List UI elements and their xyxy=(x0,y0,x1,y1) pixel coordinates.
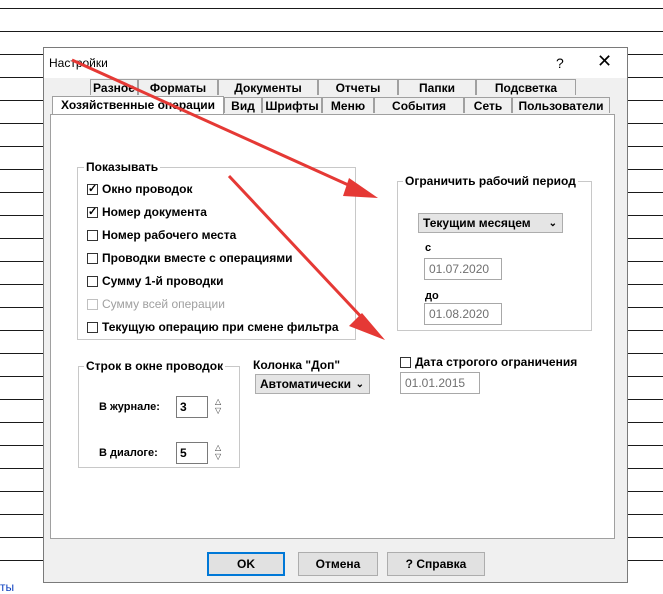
period-from-field[interactable]: 01.07.2020 xyxy=(424,258,502,280)
checkbox-label: Окно проводок xyxy=(102,182,193,196)
checkbox-box[interactable] xyxy=(87,275,98,287)
chevron-down-icon: ⌄ xyxy=(355,379,364,390)
chevron-down-icon: ⌄ xyxy=(548,218,557,229)
tab-events[interactable]: События xyxy=(374,97,464,113)
dialog-rows-input[interactable]: 5 xyxy=(176,442,208,464)
background-line xyxy=(0,31,663,32)
rows-group-label: Строк в окне проводок xyxy=(84,359,226,373)
checkbox-label: Дата строгого ограничения xyxy=(415,355,578,369)
tab-panel: Показывать Окно проводок Номер документа… xyxy=(50,114,615,539)
period-group-label: Ограничить рабочий период xyxy=(403,174,578,188)
checkbox-box[interactable] xyxy=(400,356,411,368)
help-icon[interactable]: ? xyxy=(556,55,564,71)
period-to-label: до xyxy=(425,290,439,302)
show-group: Показывать Окно проводок Номер документа… xyxy=(77,160,356,340)
checkbox-label: Номер рабочего места xyxy=(102,228,237,242)
checkbox-total-operation-sum: Сумму всей операции xyxy=(87,296,225,312)
title-bar: Настройки ? ✕ xyxy=(44,48,627,78)
dialog-rows-stepper-icon[interactable]: △ ▽ xyxy=(215,443,225,461)
dop-column-select[interactable]: Автоматически ⌄ xyxy=(255,374,370,394)
checkbox-label: Сумму всей операции xyxy=(102,297,225,311)
checkbox-entries-with-operations[interactable]: Проводки вместе с операциями xyxy=(87,250,292,266)
checkbox-box xyxy=(87,298,98,310)
strict-limit-field[interactable]: 01.01.2015 xyxy=(400,372,480,394)
checkbox-box[interactable] xyxy=(87,321,98,333)
checkbox-label: Текущую операцию при смене фильтра xyxy=(102,320,339,334)
tab-business-operations[interactable]: Хозяйственные операции xyxy=(52,96,224,114)
period-to-field[interactable]: 01.08.2020 xyxy=(424,303,502,325)
close-icon[interactable]: ✕ xyxy=(597,51,612,72)
ok-button[interactable]: OK xyxy=(207,552,285,576)
checkbox-label: Сумму 1-й проводки xyxy=(102,274,224,288)
tab-misc[interactable]: Разное xyxy=(90,79,138,95)
checkbox-box[interactable] xyxy=(87,229,98,241)
period-mode-value: Текущим месяцем xyxy=(423,216,531,230)
checkbox-box[interactable] xyxy=(87,252,98,264)
settings-dialog: Настройки ? ✕ Разное Форматы Документы О… xyxy=(43,47,628,583)
journal-rows-input[interactable]: 3 xyxy=(176,396,208,418)
dialog-rows-label: В диалоге: xyxy=(99,447,158,459)
tab-reports[interactable]: Отчеты xyxy=(318,79,398,95)
checkbox-box[interactable] xyxy=(87,182,98,195)
dop-column-value: Автоматически xyxy=(260,377,351,391)
tab-documents[interactable]: Документы xyxy=(218,79,318,95)
checkbox-transactions-window[interactable]: Окно проводок xyxy=(87,181,193,197)
tab-folders[interactable]: Папки xyxy=(398,79,476,95)
period-mode-select[interactable]: Текущим месяцем ⌄ xyxy=(418,213,563,233)
checkbox-workplace-number[interactable]: Номер рабочего места xyxy=(87,227,236,243)
background-line xyxy=(0,8,663,9)
journal-rows-label: В журнале: xyxy=(99,401,160,413)
checkbox-strict-limit-date[interactable]: Дата строгого ограничения xyxy=(400,354,577,370)
period-group: Ограничить рабочий период Текущим месяце… xyxy=(397,174,592,331)
tab-network[interactable]: Сеть xyxy=(464,97,512,113)
tab-fonts[interactable]: Шрифты xyxy=(262,97,322,113)
rows-group: Строк в окне проводок В журнале: 3 △ ▽ В … xyxy=(78,359,240,468)
dop-column-label: Колонка "Доп" xyxy=(253,358,341,372)
dialog-title: Настройки xyxy=(49,56,108,70)
tab-formats[interactable]: Форматы xyxy=(138,79,218,95)
tab-highlight[interactable]: Подсветка xyxy=(476,79,576,95)
help-button[interactable]: ? Справка xyxy=(387,552,485,576)
period-from-label: с xyxy=(425,242,432,254)
checkbox-label: Номер документа xyxy=(102,205,207,219)
tab-view[interactable]: Вид xyxy=(224,97,262,113)
checkbox-current-operation-on-filter[interactable]: Текущую операцию при смене фильтра xyxy=(87,319,339,335)
background-link-fragment[interactable]: ты xyxy=(0,580,14,594)
show-group-label: Показывать xyxy=(84,160,161,174)
checkbox-box[interactable] xyxy=(87,205,98,218)
tab-menu[interactable]: Меню xyxy=(322,97,374,113)
checkbox-document-number[interactable]: Номер документа xyxy=(87,204,207,220)
checkbox-label: Проводки вместе с операциями xyxy=(102,251,293,265)
tab-users[interactable]: Пользователи xyxy=(512,97,610,113)
journal-rows-stepper-icon[interactable]: △ ▽ xyxy=(215,397,225,415)
cancel-button[interactable]: Отмена xyxy=(298,552,378,576)
checkbox-first-entry-sum[interactable]: Сумму 1-й проводки xyxy=(87,273,223,289)
